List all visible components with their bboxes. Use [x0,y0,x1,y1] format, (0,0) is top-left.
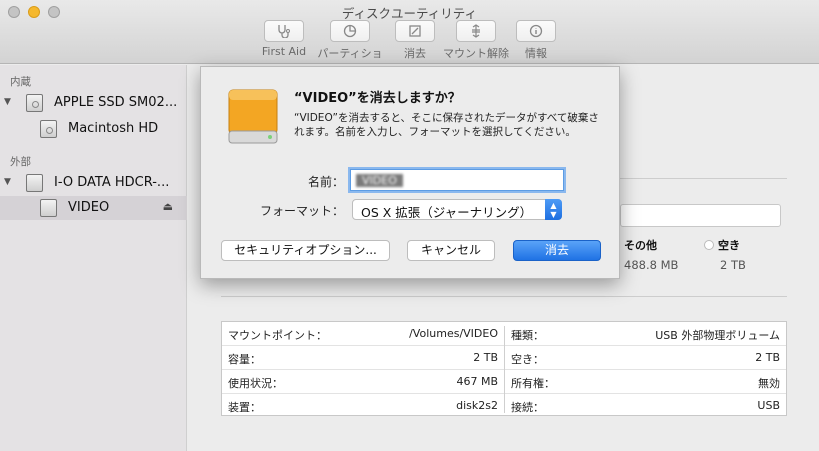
external-drive-icon [228,89,278,144]
unmount-label: マウント解除 [443,47,509,60]
sidebar-item-apple-ssd[interactable]: ▼ APPLE SSD SM02... [0,91,187,115]
eject-icon[interactable]: ⏏ [163,200,173,213]
disclosure-triangle-icon[interactable]: ▼ [4,177,11,187]
dialog-message: “VIDEO”を消去すると、そこに保存されたデータがすべて破棄されます。名前を入… [294,112,599,138]
security-options-button[interactable]: セキュリティオプション... [221,240,390,261]
info-key: 所有権： [511,377,555,390]
table-row: 接続： USB [505,394,786,418]
table-row: 使用状況： 467 MB [222,370,504,394]
sidebar-item-macintosh-hd[interactable]: Macintosh HD [0,117,187,141]
info-value: 2 TB [473,351,498,364]
table-row: 空き： 2 TB [505,346,786,370]
unmount-button[interactable]: マウント解除 [443,20,509,61]
usage-free-legend: 空き [704,237,740,253]
info-key: 空き： [511,353,544,366]
name-label: 名前： [308,175,345,189]
usage-other-legend: その他 [624,239,657,252]
external-volume-icon [40,199,57,217]
divider [620,178,787,179]
sidebar-item-video[interactable]: VIDEO ⏏ [0,196,187,220]
info-key: マウントポイント： [228,329,327,342]
usage-other-value: 488.8 MB [624,258,679,272]
format-select[interactable]: OS X 拡張（ジャーナリング） ▲ ▼ [352,199,562,220]
info-value: disk2s2 [456,399,498,412]
info-value: 無効 [758,377,780,390]
erase-dialog: “VIDEO”を消去しますか？ “VIDEO”を消去すると、そこに保存されたデー… [200,66,620,279]
usage-free-value: 2 TB [720,258,746,272]
info-key: 容量： [228,353,261,366]
info-icon [529,24,543,38]
divider [221,296,787,297]
pie-chart-icon [343,24,357,38]
info-key: 種類： [511,329,544,342]
internal-section-label: 内蔵 [10,76,31,88]
erase-button[interactable]: 消去 [513,240,601,261]
usage-free-label: 空き [718,239,740,252]
sidebar-item-label: APPLE SSD SM02... [54,95,178,110]
volume-info-table: マウントポイント： /Volumes/VIDEO 容量： 2 TB 使用状況： 467… [221,321,787,416]
info-label: 情報 [525,47,547,60]
cancel-button[interactable]: キャンセル [407,240,495,261]
unmount-icon [472,24,480,38]
table-row: 所有権： 無効 [505,370,786,394]
info-left-column: マウントポイント： /Volumes/VIDEO 容量： 2 TB 使用状況： 467… [222,322,504,417]
sidebar-item-io-data[interactable]: ▼ I-O DATA HDCR-... [0,171,187,195]
free-dot-icon [704,240,714,250]
table-row: 種類： USB 外部物理ボリューム [505,322,786,346]
erase-toolbar-label: 消去 [404,47,426,60]
internal-disk-icon [26,94,43,112]
toolbar: ディスクユーティリティ First Aid パーティション 消去 マウント解除 … [0,0,819,76]
first-aid-label: First Aid [261,45,307,58]
info-key: 接続： [511,401,544,414]
info-value: 2 TB [755,351,780,364]
info-value: 467 MB [456,375,498,388]
info-value: USB 外部物理ボリューム [655,329,780,342]
info-value: /Volumes/VIDEO [409,327,498,340]
sidebar: 内蔵 ▼ APPLE SSD SM02... Macintosh HD 外部 ▼… [0,65,187,451]
info-right-column: 種類： USB 外部物理ボリューム 空き： 2 TB 所有権： 無効 接続： USB [505,322,786,417]
format-label: フォーマット： [260,204,345,218]
dialog-title: “VIDEO”を消去しますか？ [294,91,461,106]
format-select-value: OS X 拡張（ジャーナリング） [361,205,533,220]
erase-toolbar-button[interactable]: 消去 [394,20,436,61]
first-aid-button[interactable]: First Aid [259,20,309,58]
info-key: 使用状況： [228,377,283,390]
volume-disk-icon [40,120,57,138]
info-value: USB [757,399,780,412]
name-input[interactable]: VIDEO [350,169,564,191]
table-row: マウントポイント： /Volumes/VIDEO [222,322,504,346]
external-disk-icon [26,174,43,192]
info-button[interactable]: 情報 [515,20,557,61]
info-key: 装置： [228,401,261,414]
erase-icon [409,25,421,37]
table-row: 容量： 2 TB [222,346,504,370]
disclosure-triangle-icon[interactable]: ▼ [4,97,11,107]
stethoscope-icon [278,25,290,38]
select-stepper-icon: ▲ ▼ [545,199,562,220]
name-input-value: VIDEO [356,174,403,187]
sidebar-item-label: VIDEO [68,200,110,215]
external-section-label: 外部 [10,156,31,168]
table-row: 装置： disk2s2 [222,394,504,418]
sidebar-item-label: I-O DATA HDCR-... [54,175,170,190]
sidebar-item-label: Macintosh HD [68,121,159,136]
volume-usage-bar [620,204,781,227]
